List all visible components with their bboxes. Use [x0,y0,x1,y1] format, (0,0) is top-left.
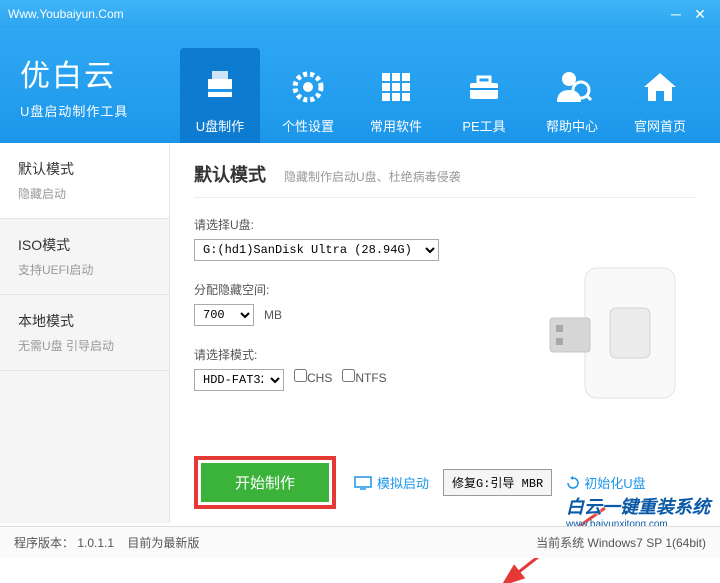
init-usb-link[interactable]: 初始化U盘 [566,473,645,492]
nav-pe-tools[interactable]: PE工具 [444,48,524,143]
usb-icon [200,62,240,112]
sidebar-iso-mode[interactable]: ISO模式 支持UEFI启动 [0,219,169,295]
toolbox-icon [464,62,504,112]
chs-checkbox[interactable]: CHS [294,369,332,385]
brand-name: 优白云 [20,51,170,95]
help-person-icon [551,62,593,112]
gear-icon [288,62,328,112]
start-make-button[interactable]: 开始制作 [201,463,329,502]
usb-select[interactable]: G:(hd1)SanDisk Ultra (28.94G) [194,239,439,261]
brand-subtitle: U盘启动制作工具 [20,101,170,120]
os-label: 当前系统 [536,536,584,550]
usb-illustration [540,253,700,413]
space-unit: MB [264,308,282,322]
nav-help[interactable]: 帮助中心 [532,48,612,143]
apps-grid-icon [376,62,416,112]
nav-personalize[interactable]: 个性设置 [268,48,348,143]
refresh-icon [566,476,580,490]
version-label: 程序版本： [14,536,74,550]
ntfs-checkbox[interactable]: NTFS [342,369,386,385]
space-select[interactable]: 700 [194,304,254,326]
brand: 优白云 U盘启动制作工具 [0,28,170,143]
monitor-icon [354,476,372,490]
sidebar-local-mode[interactable]: 本地模式 无需U盘 引导启动 [0,295,169,371]
mode-select[interactable]: HDD-FAT32 [194,369,284,391]
page-subtitle: 隐藏制作启动U盘、杜绝病毒侵袭 [284,168,461,185]
title-url: Www.Youbaiyun.Com [8,7,664,21]
primary-highlight: 开始制作 [194,456,336,509]
os-value: Windows7 SP 1(64bit) [588,536,707,550]
simulate-launch-link[interactable]: 模拟启动 [354,473,429,492]
sidebar-default-mode[interactable]: 默认模式 隐藏启动 [0,143,169,219]
close-button[interactable]: ✕ [688,5,712,23]
nav-home[interactable]: 官网首页 [620,48,700,143]
page-title: 默认模式 [194,161,266,187]
nav-software[interactable]: 常用软件 [356,48,436,143]
version-value: 1.0.1.1 [77,536,114,550]
home-icon [640,62,680,112]
usb-select-label: 请选择U盘: [194,216,696,233]
minimize-button[interactable]: ─ [664,5,688,23]
watermark: 白云一键重装系统 www.baiyunxitong.com [566,493,710,530]
repair-mbr-button[interactable]: 修复G:引导 MBR [443,469,552,496]
latest-text: 目前为最新版 [127,536,199,550]
nav-usb-make[interactable]: U盘制作 [180,48,260,143]
